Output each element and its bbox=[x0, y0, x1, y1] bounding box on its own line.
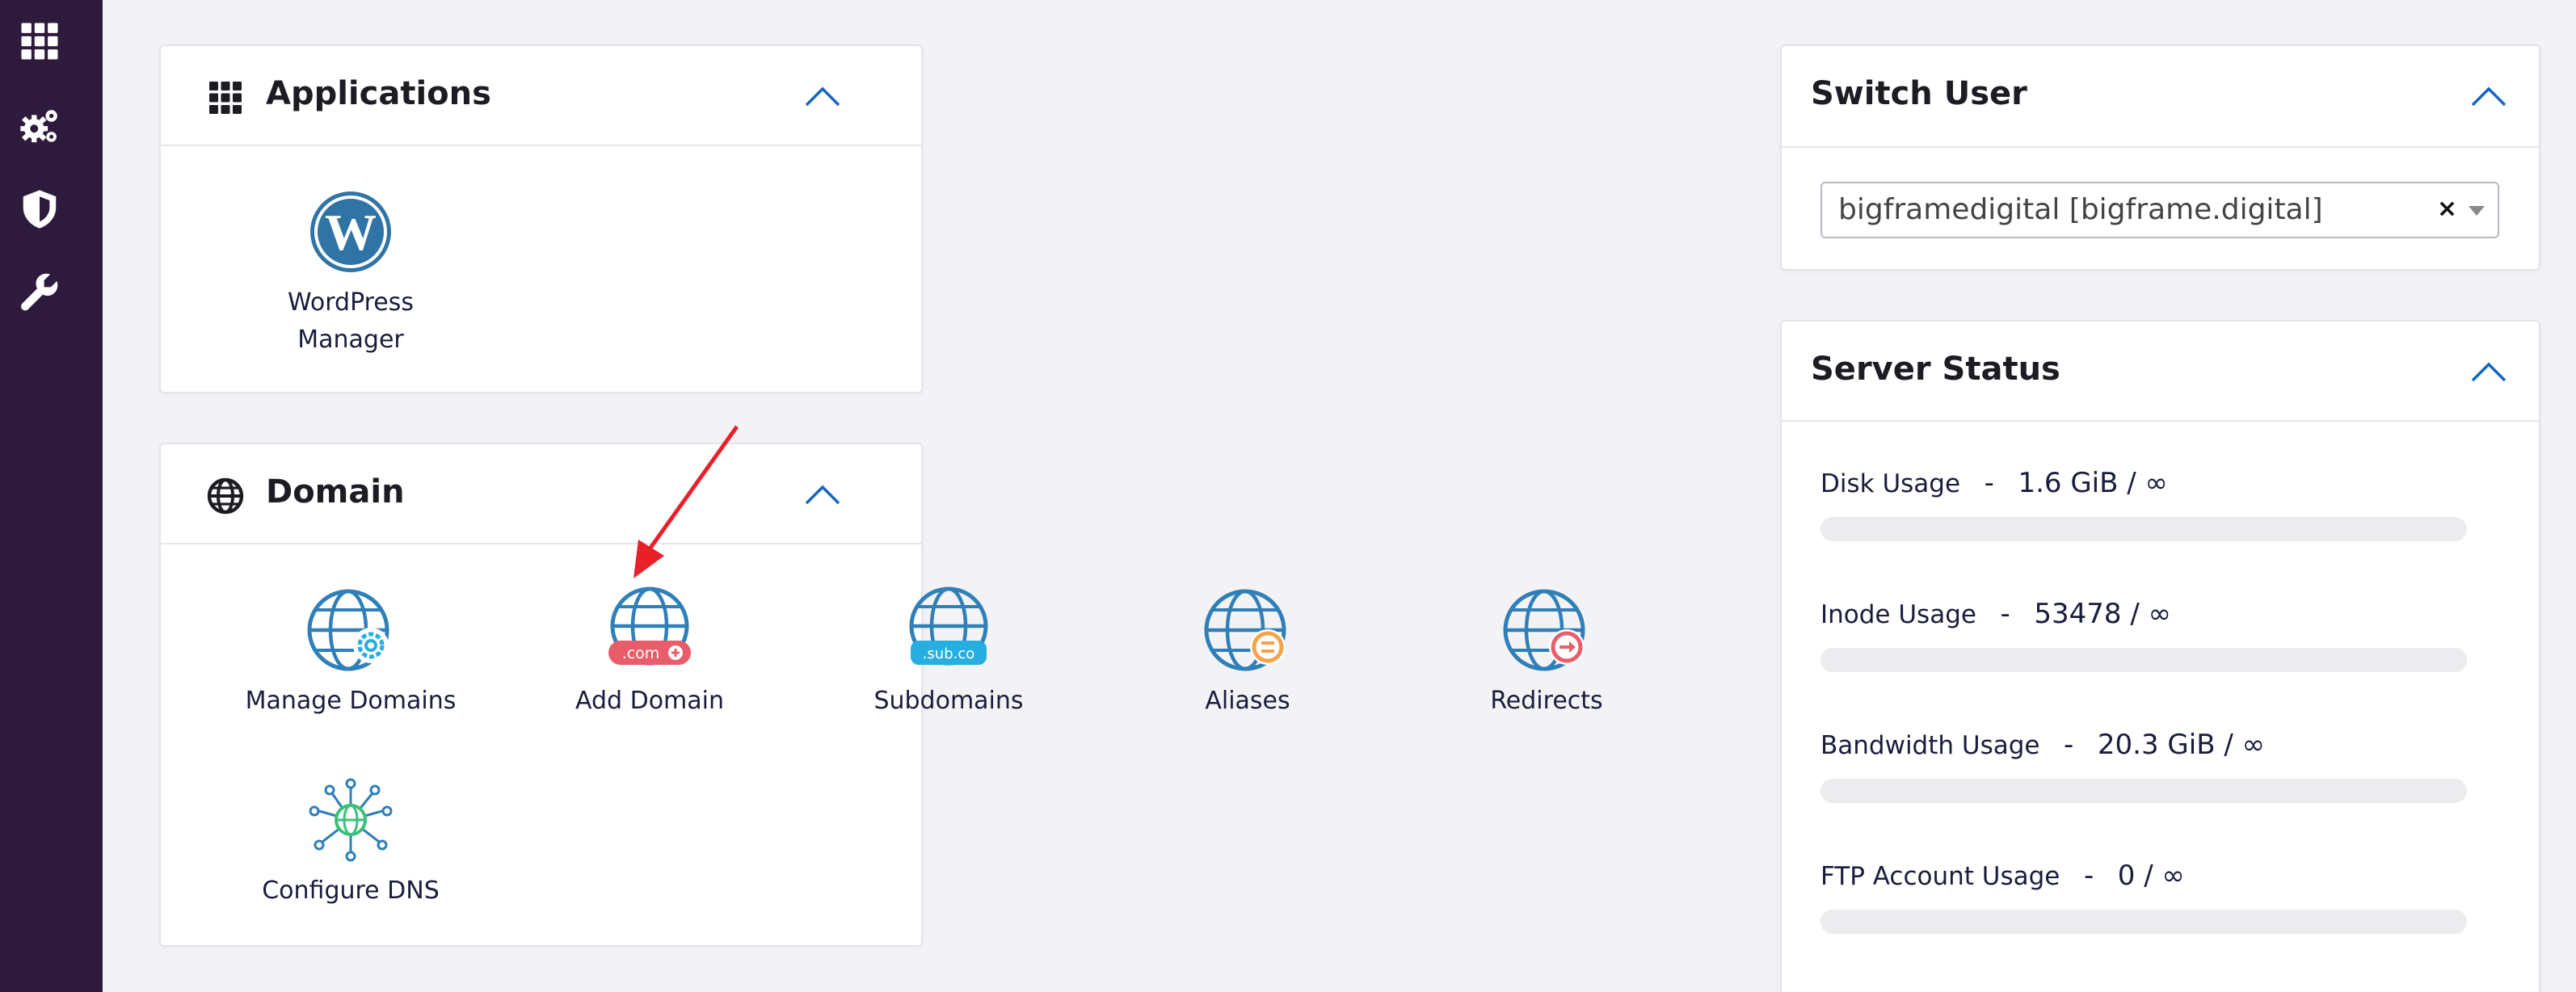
stat-bandwidth-usage: Bandwidth Usage - 20.3 GiB / ∞ bbox=[1820, 729, 2467, 818]
applications-collapse-button[interactable] bbox=[802, 77, 844, 116]
tile-label: Configure DNS bbox=[262, 876, 440, 905]
switch-user-select[interactable]: bigframedigital [bigframe.digital] × bbox=[1820, 182, 2499, 238]
switch-user-collapse-button[interactable] bbox=[2468, 77, 2510, 116]
divider bbox=[1782, 146, 2539, 148]
chevron-up-icon bbox=[2471, 362, 2507, 382]
chevron-up-icon bbox=[805, 86, 840, 107]
applications-header: Applications bbox=[161, 46, 921, 146]
disk-usage-progress-bar bbox=[1820, 517, 2467, 541]
server-status-card: Server Status Disk Usage - 1.6 GiB / ∞ I… bbox=[1780, 320, 2540, 992]
sidebar-item-tools[interactable] bbox=[15, 267, 65, 317]
stat-disk-usage: Disk Usage - 1.6 GiB / ∞ bbox=[1820, 467, 2467, 556]
tile-wordpress-manager[interactable]: W WordPress Manager bbox=[229, 187, 472, 381]
switch-user-header: Switch User bbox=[1782, 46, 2539, 146]
server-status-title: Server Status bbox=[1811, 351, 2060, 388]
domain-header: Domain bbox=[161, 444, 921, 544]
tile-subdomains[interactable]: .sub.co Subdomains bbox=[827, 586, 1070, 747]
ftp-usage-progress-bar bbox=[1820, 910, 2467, 934]
tile-add-domain[interactable]: .com Add Domain bbox=[528, 586, 771, 747]
applications-title: Applications bbox=[266, 75, 491, 112]
stat-label: Inode Usage - 53478 / ∞ bbox=[1820, 598, 2171, 630]
grid-icon bbox=[209, 82, 242, 114]
stat-ftp-account-usage: FTP Account Usage - 0 / ∞ bbox=[1820, 860, 2467, 948]
stat-label: Bandwidth Usage - 20.3 GiB / ∞ bbox=[1820, 729, 2265, 761]
inode-usage-progress-bar bbox=[1820, 648, 2467, 672]
tile-redirects[interactable]: Redirects bbox=[1425, 586, 1668, 747]
sidebar bbox=[0, 0, 103, 992]
svg-text:.sub.co: .sub.co bbox=[923, 645, 975, 662]
stat-inode-usage: Inode Usage - 53478 / ∞ bbox=[1820, 598, 2467, 687]
select-value: bigframedigital [bigframe.digital] bbox=[1838, 193, 2323, 226]
chevron-down-icon[interactable] bbox=[2469, 206, 2485, 216]
tile-label: Aliases bbox=[1205, 687, 1290, 715]
tile-label: Subdomains bbox=[873, 687, 1024, 715]
globe-icon bbox=[207, 477, 244, 515]
sidebar-item-security[interactable] bbox=[15, 184, 65, 234]
tile-manage-domains[interactable]: Manage Domains bbox=[229, 586, 472, 747]
sidebar-item-applications[interactable] bbox=[15, 16, 65, 66]
server-status-header: Server Status bbox=[1782, 322, 2539, 422]
svg-text:W: W bbox=[325, 204, 377, 261]
annotation-arrow bbox=[633, 425, 739, 578]
svg-text:.com: .com bbox=[622, 645, 660, 662]
tile-label: Redirects bbox=[1490, 687, 1603, 715]
wordpress-icon: W bbox=[306, 187, 395, 276]
shield-icon bbox=[23, 190, 57, 229]
domain-card: Domain Manage Domains .com Add Domain .s… bbox=[159, 443, 1603, 947]
globe-com-icon: .com bbox=[605, 586, 694, 675]
domain-title: Domain bbox=[266, 473, 405, 511]
switch-user-card: Switch User bigframedigital [bigframe.di… bbox=[1780, 44, 2540, 271]
wrench-icon bbox=[21, 273, 58, 311]
stat-label: Disk Usage - 1.6 GiB / ∞ bbox=[1820, 467, 2168, 499]
globe-redirect-icon bbox=[1502, 586, 1591, 675]
dns-network-icon bbox=[306, 776, 395, 864]
globe-alias-icon bbox=[1203, 586, 1292, 675]
stat-label: FTP Account Usage - 0 / ∞ bbox=[1820, 860, 2185, 892]
chevron-up-icon bbox=[2471, 86, 2507, 107]
gears-icon bbox=[20, 110, 57, 143]
switch-user-title: Switch User bbox=[1811, 75, 2027, 112]
globe-sub-icon: .sub.co bbox=[904, 586, 993, 675]
tile-label: Add Domain bbox=[575, 687, 725, 715]
sidebar-item-settings[interactable] bbox=[15, 102, 65, 152]
tile-aliases[interactable]: Aliases bbox=[1126, 586, 1369, 747]
domain-collapse-button[interactable] bbox=[802, 475, 844, 514]
clear-icon[interactable]: × bbox=[2437, 195, 2457, 223]
grid-icon bbox=[21, 23, 58, 60]
tile-label: WordPress Manager bbox=[287, 288, 415, 354]
globe-gear-icon bbox=[306, 586, 395, 675]
tile-configure-dns[interactable]: Configure DNS bbox=[229, 776, 472, 937]
server-status-collapse-button[interactable] bbox=[2468, 352, 2510, 391]
chevron-up-icon bbox=[805, 485, 840, 505]
tile-label: Manage Domains bbox=[245, 687, 457, 715]
bandwidth-usage-progress-bar bbox=[1820, 779, 2467, 803]
applications-card: Applications W WordPress Manager bbox=[159, 44, 923, 393]
